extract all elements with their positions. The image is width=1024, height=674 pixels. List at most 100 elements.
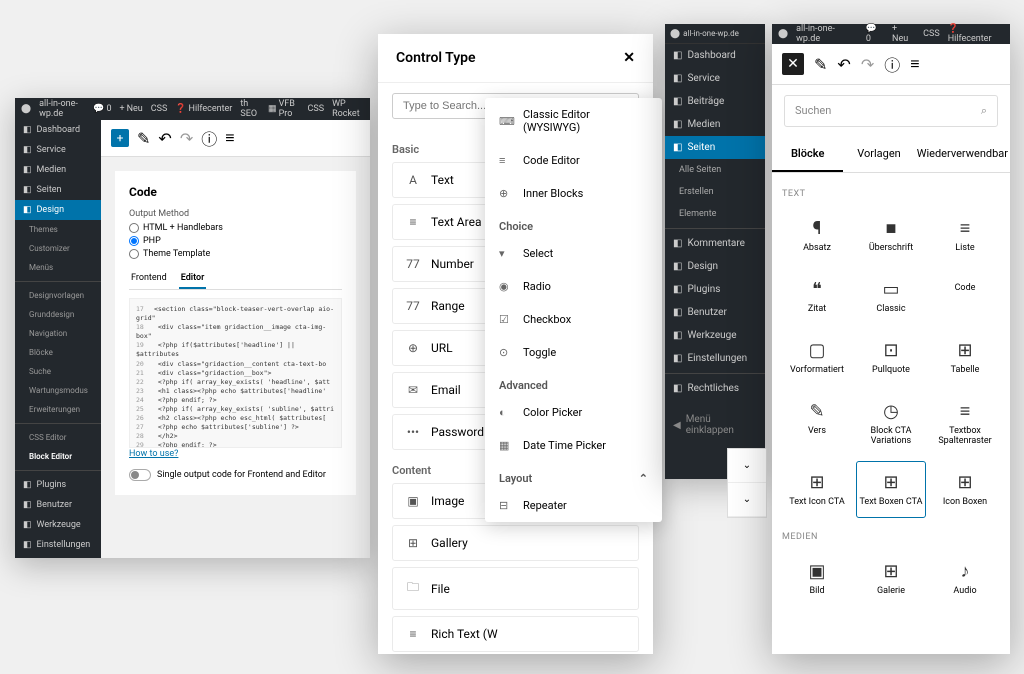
edit-icon[interactable]: ✎ [814,55,827,74]
wprocket-link[interactable]: WP Rocket [332,99,364,119]
block-text-icon-cta[interactable]: ⊞Text Icon CTA [782,461,852,518]
sidebar-item-elemente[interactable]: Elemente [665,203,765,225]
sidebar-item-block-editor[interactable]: Block Editor [15,447,101,466]
sidebar-item-design[interactable]: ◧Design [15,200,101,220]
sidebar-item-benutzer[interactable]: ◧Benutzer [15,495,101,515]
chevron-up-icon[interactable]: ⌃ [639,472,648,485]
undo-icon[interactable]: ↶ [837,55,850,74]
edit-icon[interactable]: ✎ [137,129,150,148]
comments-icon[interactable]: 💬 0 [93,104,111,114]
sidebar-item-menü-einklappen[interactable]: ◀Menü einklappen [665,408,765,442]
info-icon[interactable]: ⓘ [201,126,217,150]
dd-item-color-picker[interactable]: ◐Color Picker [485,396,662,429]
block-block-cta-variations[interactable]: ◷Block CTA Variations [856,390,926,457]
sidebar-item-beiträge[interactable]: ◧Beiträge [665,90,765,113]
sidebar-item-dashboard[interactable]: ◧Dashboard [665,44,765,67]
dd-item-toggle[interactable]: ⊙Toggle [485,336,662,369]
single-output-toggle[interactable] [129,469,151,481]
radio-php[interactable]: PHP [129,236,342,246]
tab-frontend[interactable]: Frontend [129,269,169,289]
sidebar-item-erweiterungen[interactable]: Erweiterungen [15,400,101,419]
sidebar-item-themes[interactable]: Themes [15,220,101,239]
dd-item-checkbox[interactable]: ☑Checkbox [485,303,662,336]
sidebar-item-navigation[interactable]: Navigation [15,324,101,343]
block-tabelle[interactable]: ⊞Tabelle [930,329,1000,386]
css2-link[interactable]: CSS [308,104,325,114]
block-icon-boxen[interactable]: ⊞Icon Boxen [930,461,1000,518]
add-block-button[interactable]: + [111,129,129,147]
sidebar-item-erstellen[interactable]: Erstellen [665,181,765,203]
control-rich-text-w[interactable]: ≡Rich Text (W [392,616,639,652]
block-galerie[interactable]: ⊞Galerie [856,550,926,607]
comments-icon[interactable]: 💬 0 [866,24,884,44]
info-icon[interactable]: ⓘ [884,52,900,76]
block-liste[interactable]: ≡Liste [930,207,1000,264]
redo-icon[interactable]: ↷ [180,129,193,148]
new-menu[interactable]: + Neu [120,104,143,114]
sidebar-item-kommentare[interactable]: ◧Kommentare [665,232,765,255]
block-search-input[interactable]: Suchen ⌕ [784,95,998,127]
wp-logo-icon[interactable]: ⬤ [778,29,788,39]
sidebar-item-css-editor[interactable]: CSS Editor [15,428,101,447]
new-menu[interactable]: + Neu [892,24,915,44]
css-link[interactable]: CSS [923,29,940,39]
sidebar-item-wartungsmodus[interactable]: Wartungsmodus [15,381,101,400]
dd-item-repeater[interactable]: ⊟Repeater [485,489,662,522]
dd-item-radio[interactable]: ◉Radio [485,270,662,303]
sidebar-item-dashboard[interactable]: ◧Dashboard [15,120,101,140]
wp-logo-icon[interactable]: ⬤ [670,29,680,39]
sidebar-item-service[interactable]: ◧Service [15,140,101,160]
block-classic[interactable]: ▭Classic [856,268,926,325]
vfb-link[interactable]: ▦ VFB Pro [268,99,299,119]
sidebar-item-werkzeuge[interactable]: ◧Werkzeuge [665,324,765,347]
sidebar-item-service[interactable]: ◧Service [665,67,765,90]
code-editor-area[interactable]: 17<section class="block-teaser-vert-over… [129,298,342,448]
site-name[interactable]: all-in-one-wp.de [683,29,739,38]
control-gallery[interactable]: ⊞Gallery [392,525,639,561]
site-name[interactable]: all-in-one-wp.de [796,24,858,44]
tab-blocks[interactable]: Blöcke [772,137,843,172]
sidebar-item-alle-seiten[interactable]: Alle Seiten [665,159,765,181]
sidebar-item-benutzer[interactable]: ◧Benutzer [665,301,765,324]
sidebar-item-grunddesign[interactable]: Grunddesign [15,305,101,324]
block-zitat[interactable]: ❝Zitat [782,268,852,325]
radio-template[interactable]: Theme Template [129,249,342,259]
block-audio[interactable]: ♪Audio [930,550,1000,607]
block-text-boxen-cta[interactable]: ⊞Text Boxen CTA [856,461,926,518]
sidebar-item-designvorlagen[interactable]: Designvorlagen [15,286,101,305]
wp-logo-icon[interactable]: ⬤ [21,104,31,114]
block-vers[interactable]: ✎Vers [782,390,852,457]
block-pullquote[interactable]: ⊡Pullquote [856,329,926,386]
sidebar-item-suche[interactable]: Suche [15,362,101,381]
dd-item-inner-blocks[interactable]: ⊕Inner Blocks [485,177,662,210]
sidebar-item-seiten[interactable]: ◧Seiten [665,136,765,159]
tab-patterns[interactable]: Vorlagen [843,137,914,172]
dd-item-code-editor[interactable]: ≡Code Editor [485,144,662,177]
control-file[interactable]: 🗀File [392,567,639,610]
sidebar-item-einstellungen[interactable]: ◧Einstellungen [15,535,101,555]
sidebar-item-design[interactable]: ◧Design [665,255,765,278]
block-code[interactable]: Code [930,268,1000,325]
sidebar-item-customizer[interactable]: Customizer [15,239,101,258]
dd-item-select[interactable]: ▾Select [485,237,662,270]
outline-icon[interactable]: ≡ [910,54,919,74]
sidebar-item-seiten[interactable]: ◧Seiten [15,180,101,200]
block-textbox-spaltenraster[interactable]: ≡Textbox Spaltenraster [930,390,1000,457]
sidebar-item-blöcke[interactable]: Blöcke [15,343,101,362]
outline-icon[interactable]: ≡ [225,128,234,148]
tab-editor[interactable]: Editor [179,269,207,289]
sidebar-item-medien[interactable]: ◧Medien [665,113,765,136]
redo-icon[interactable]: ↷ [861,55,874,74]
sidebar-item-rechtliches[interactable]: ◧Rechtliches [665,377,765,400]
chevron-down-icon[interactable]: ⌄ [728,449,766,483]
help-link[interactable]: ❓ Hilfecenter [175,104,232,114]
dd-item-date-time-picker[interactable]: ▦Date Time Picker [485,429,662,462]
block-bild[interactable]: ▣Bild [782,550,852,607]
dd-item-classic-editor-wysiwyg-[interactable]: ⌨Classic Editor (WYSIWYG) [485,98,662,144]
sidebar-item-plugins[interactable]: ◧Plugins [15,475,101,495]
undo-icon[interactable]: ↶ [158,129,171,148]
tab-reusable[interactable]: Wiederverwendbar [915,137,1010,172]
sidebar-item-medien[interactable]: ◧Medien [15,160,101,180]
close-icon[interactable]: ✕ [623,50,635,66]
how-to-use-link[interactable]: How to use? [129,449,178,459]
